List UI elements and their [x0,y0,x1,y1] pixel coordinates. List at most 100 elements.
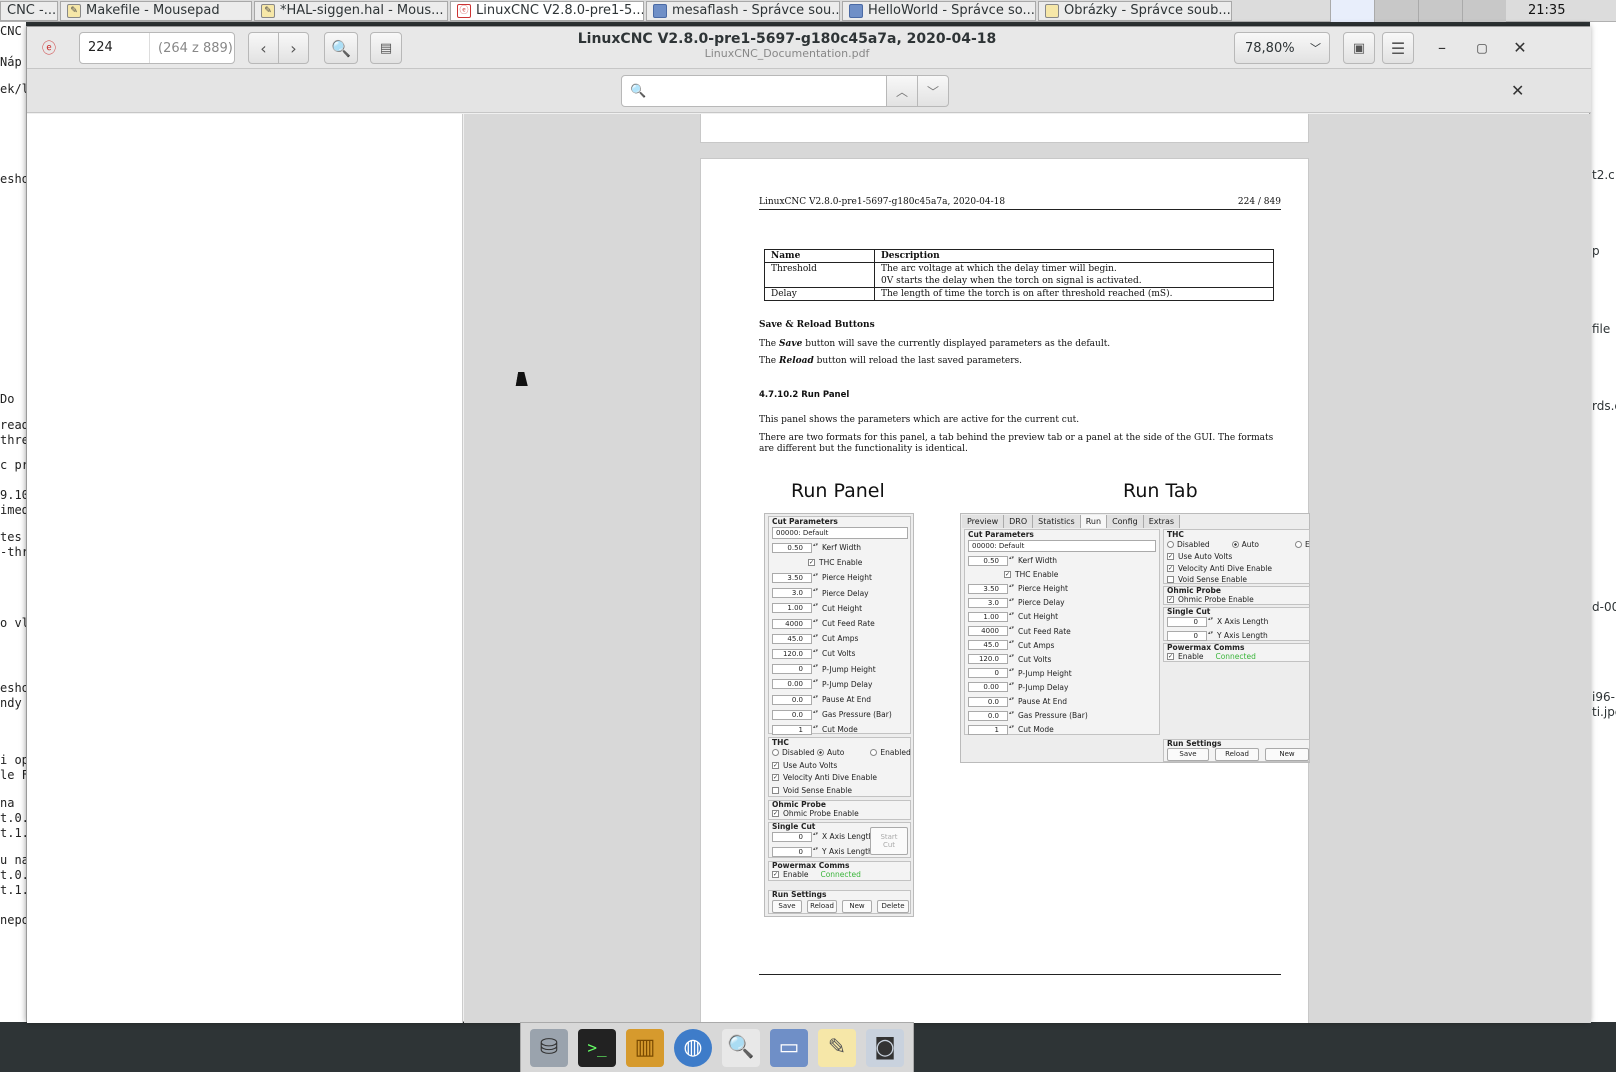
bg-text-line: -thr [0,545,26,559]
table-cell-line: The arc voltage at which the delay timer… [881,264,1117,274]
radio [1295,541,1303,548]
label: Velocity Anti Dive Enable [783,773,877,782]
find-previous-button[interactable]: ︿ [886,75,918,107]
previous-page-button[interactable]: ‹ [248,32,279,64]
window-title: LinuxCNC V2.8.0-pre1-5697-g180c45a7a, 20… [477,31,1097,60]
workspace-3[interactable] [1418,0,1462,22]
checkbox: ✓ [808,559,815,567]
search-button[interactable]: 🔍 [324,32,358,64]
background-window-right: t2.c p file rds.c d-00 i96-ti.jpe [1590,22,1616,1022]
bg-text-line: t.0. [0,868,26,882]
close-button[interactable]: ✕ [1507,35,1533,61]
radio [1167,541,1174,548]
radio [1231,541,1239,548]
drive-icon[interactable]: ⛁ [530,1028,568,1067]
screenshot-icon[interactable]: ◙ [866,1028,904,1067]
page-header-number: 224 / 849 [1237,197,1281,207]
task-button-0[interactable]: CNC -... [0,0,58,21]
bg-text-line: rds.c [1592,399,1616,413]
text: The [759,356,777,366]
bg-text-line: c pr [0,458,26,472]
label: Disabled [1177,540,1210,549]
close-find-button[interactable]: ✕ [1511,81,1524,100]
param-row: 120.0 Cut Volts [772,648,855,659]
page-number-input[interactable]: 224 [80,33,150,63]
option-row: ✓ Velocity Anti Dive Enable [772,772,877,783]
run-panel-caption: Run Panel [791,480,885,502]
folder-icon[interactable]: ▭ [770,1028,808,1067]
label: Cut [882,841,896,849]
workspace-4[interactable] [1462,0,1506,22]
emphasis: Reload [779,356,814,366]
menu-button[interactable]: ☰ [1382,32,1414,64]
param-row: 4000 Cut Feed Rate [968,626,1071,637]
run-settings-group: Run Settings Save Reload New Delete [768,890,911,914]
background-window-left: CNC - Náp ek/lin esho Do readthre c pr 9.10imed… [0,22,26,1022]
workspace-pager[interactable] [1330,0,1510,22]
sidebar-pane [27,114,463,1023]
label: Disabled [782,748,815,757]
thc-mode-row: Disabled Auto E [1167,539,1310,550]
param-label: Cut Volts [1018,654,1052,664]
bg-text-line: 9.10 [0,488,26,502]
table-row: Threshold The arc voltage at which the de… [764,262,1274,288]
material-select: 00000: Default [772,527,908,539]
task-button-4[interactable]: mesaflash - Správce sou... [646,0,840,21]
option-row: ✓ Ohmic Probe Enable [772,808,859,819]
task-button-3[interactable]: ⓔ LinuxCNC V2.8.0-pre1-5... [450,0,644,21]
page-entry[interactable]: 224 (264 z 889) [79,32,235,64]
task-button-6[interactable]: Obrázky - Správce soub... [1038,0,1232,21]
bg-text-line: read [0,418,26,432]
table-cell: The arc voltage at which the delay timer… [874,262,1274,288]
maximize-button[interactable]: ▢ [1469,35,1495,61]
task-button-5[interactable]: HelloWorld - Správce so... [842,0,1036,21]
save-button: Save [772,900,802,913]
param-row: 0.00 P-Jump Delay [968,682,1068,693]
minimize-button[interactable]: – [1429,35,1455,61]
checkbox: ✓ [772,774,779,781]
spinbox: 3.50 [772,572,818,583]
reload-button: Reload [1215,748,1259,761]
find-next-button[interactable]: ﹀ [917,75,949,107]
param-label: Pierce Height [1018,584,1068,594]
param-label: Kerf Width [1018,556,1058,565]
param-label: Kerf Width [822,543,862,552]
spinbox: 0.50 [772,542,818,553]
thc-group: THC Disabled Auto E ✓ Use Auto Volts ✓ Veloc… [1163,529,1310,584]
task-button-2[interactable]: ✎ *HAL-siggen.hal - Mous... [254,0,448,21]
spinbox: 0 [772,664,818,675]
text: The [759,339,777,349]
group-title: Single Cut [772,822,816,831]
param-row: 0.0 Pause At End [772,694,871,705]
find-input[interactable] [654,83,875,99]
thc-group: THC Disabled Auto Enabled ✓ Use Auto Volts… [768,737,911,797]
workspace-1[interactable] [1330,0,1374,22]
zoom-selector[interactable]: 78,80% ﹀ [1234,32,1330,64]
document-view[interactable]: 224 / 849 LinuxCNC V2.8.0-pre1-5697-g180c… [464,114,1591,1023]
label: Void Sense Enable [783,786,852,795]
next-page-button[interactable]: › [278,32,309,64]
run-settings-group: Run Settings Save Reload New [1163,739,1310,762]
param-row: 0.0 Pause At End [968,696,1067,707]
file-manager-icon[interactable]: ▥ [626,1028,664,1067]
option-row: ✓ Use Auto Volts [1167,551,1232,562]
spinbox: 0.00 [968,682,1014,693]
page-view-button[interactable]: ▣ [1343,32,1375,64]
param-row: 0.0 Gas Pressure (Bar) [968,710,1088,721]
label: Start [880,833,898,841]
terminal-icon[interactable]: >_ [578,1028,616,1067]
label: X Axis Length [822,832,874,841]
label: Enable [783,870,809,879]
task-button-1[interactable]: ✎ Makefile - Mousepad [60,0,252,21]
find-field[interactable]: 🔍 [621,75,887,107]
param-row: 3.50 Pierce Height [968,583,1068,594]
label: X Axis Length [1217,617,1269,626]
checkbox: ✓ [1167,653,1174,660]
document-filename: LinuxCNC_Documentation.pdf [704,47,870,60]
web-browser-icon[interactable]: ◍ [674,1028,712,1067]
search-icon[interactable]: 🔍 [722,1028,760,1067]
text-editor-icon[interactable]: ✎ [818,1028,856,1067]
workspace-2[interactable] [1374,0,1418,22]
sidebar-toggle-button[interactable]: ▤ [370,32,402,64]
label: Enable [1178,652,1204,661]
